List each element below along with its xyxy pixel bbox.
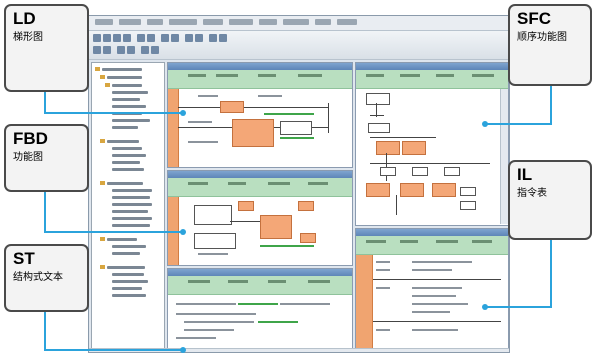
fbd-callout-title: FBD <box>13 129 48 148</box>
fbd-callout-desc: 功能图 <box>13 152 43 163</box>
callout-connectors <box>44 84 552 353</box>
st-callout-desc: 结构式文本 <box>13 272 63 283</box>
il-connector <box>485 238 552 308</box>
il-callout: IL 指令表 <box>508 160 592 240</box>
il-callout-title: IL <box>517 165 533 184</box>
sfc-callout-desc: 顺序功能图 <box>517 32 567 43</box>
fbd-connector <box>44 190 183 233</box>
ld-callout: LD 梯形图 <box>4 4 89 92</box>
st-callout: ST 结构式文本 <box>4 244 89 312</box>
sfc-callout-title: SFC <box>517 9 551 28</box>
ld-connector-dot <box>180 110 186 116</box>
ld-connector <box>44 90 183 114</box>
st-connector <box>44 310 183 351</box>
st-callout-title: ST <box>13 249 35 268</box>
sfc-connector-dot <box>482 121 488 127</box>
fbd-callout: FBD 功能图 <box>4 124 89 192</box>
sfc-connector <box>485 84 552 125</box>
il-callout-desc: 指令表 <box>517 188 547 199</box>
ld-callout-desc: 梯形图 <box>13 32 43 43</box>
sfc-callout: SFC 顺序功能图 <box>508 4 592 86</box>
st-connector-dot <box>180 347 186 353</box>
ld-callout-title: LD <box>13 9 36 28</box>
fbd-connector-dot <box>180 229 186 235</box>
il-connector-dot <box>482 304 488 310</box>
